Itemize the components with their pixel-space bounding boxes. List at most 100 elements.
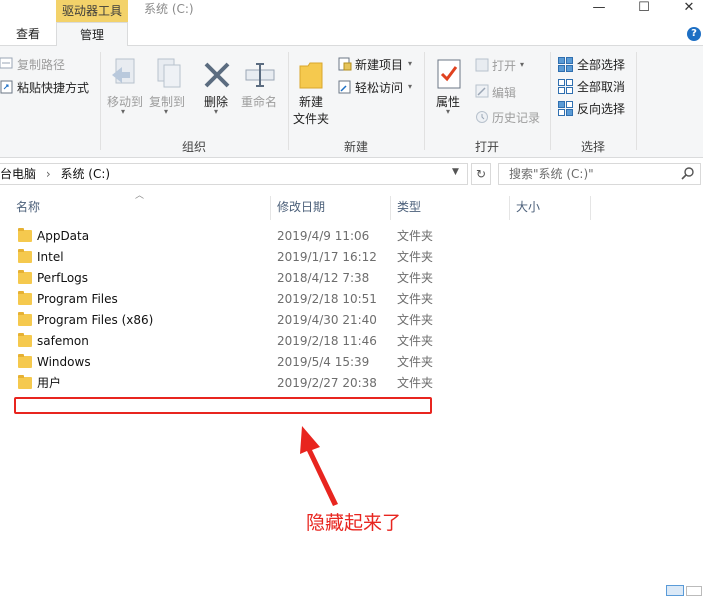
- ribbon-tabs: 查看 管理 ?: [0, 22, 703, 47]
- file-row[interactable]: Windows 2019/5/4 15:39 文件夹: [0, 352, 470, 373]
- file-type: 文件夹: [397, 334, 434, 348]
- file-row[interactable]: 用户 2019/2/27 20:38 文件夹: [0, 373, 470, 394]
- address-history-dropdown-icon[interactable]: ▼: [452, 167, 459, 177]
- history-button[interactable]: 历史记录: [492, 109, 540, 126]
- column-divider[interactable]: [509, 196, 510, 220]
- ribbon-separator: [100, 52, 101, 150]
- edit-button[interactable]: 编辑: [492, 84, 516, 101]
- file-type: 文件夹: [397, 355, 434, 369]
- file-type: 文件夹: [397, 376, 434, 390]
- file-row[interactable]: PerfLogs 2018/4/12 7:38 文件夹: [0, 268, 470, 289]
- folder-icon: [18, 228, 32, 242]
- invert-selection-button[interactable]: 反向选择: [577, 100, 625, 117]
- breadcrumb-current[interactable]: 系统 (C:): [60, 167, 110, 181]
- file-row[interactable]: Program Files 2019/2/18 10:51 文件夹: [0, 289, 470, 310]
- folder-icon: [18, 291, 32, 305]
- file-name: Program Files (x86): [37, 313, 154, 327]
- help-icon[interactable]: ?: [687, 27, 701, 41]
- column-header-modified[interactable]: 修改日期: [277, 196, 387, 220]
- open-button[interactable]: 打开: [492, 57, 516, 74]
- move-to-icon: [108, 57, 142, 91]
- history-icon: [475, 110, 489, 124]
- rename-button[interactable]: 重命名: [238, 93, 280, 110]
- new-item-button[interactable]: 新建项目: [355, 56, 403, 73]
- search-icon[interactable]: [681, 166, 695, 183]
- file-modified: 2019/1/17 16:12: [277, 250, 377, 264]
- invert-selection-icon: [558, 101, 573, 116]
- folder-icon: [18, 375, 32, 389]
- open-icon: [475, 58, 489, 72]
- copy-path-icon: [0, 57, 14, 69]
- file-type: 文件夹: [397, 313, 434, 327]
- properties-dropdown-icon[interactable]: ▾: [446, 107, 450, 116]
- refresh-icon[interactable]: ↻: [471, 163, 491, 185]
- new-folder-label-line1[interactable]: 新建: [290, 93, 332, 110]
- file-type: 文件夹: [397, 271, 434, 285]
- edit-icon: [475, 84, 489, 98]
- title-bar: 驱动器工具 系统 (C:) — ☐ ✕: [0, 0, 703, 22]
- copy-to-dropdown-icon[interactable]: ▾: [164, 107, 168, 116]
- large-icons-view-icon[interactable]: [686, 586, 702, 596]
- breadcrumb-separator-icon[interactable]: ›: [46, 167, 51, 181]
- file-row[interactable]: AppData 2019/4/9 11:06 文件夹: [0, 226, 470, 247]
- column-divider[interactable]: [390, 196, 391, 220]
- group-label-new: 新建: [343, 140, 368, 154]
- new-item-icon: [338, 57, 352, 71]
- select-all-icon: [558, 57, 573, 72]
- file-row[interactable]: safemon 2019/2/18 11:46 文件夹: [0, 331, 470, 352]
- easy-access-button[interactable]: 轻松访问: [355, 79, 403, 96]
- breadcrumb: 台电脑 › 系统 (C:): [0, 164, 110, 184]
- new-item-dropdown-icon[interactable]: ▾: [408, 59, 412, 68]
- highlight-box: [14, 397, 432, 414]
- easy-access-dropdown-icon[interactable]: ▾: [408, 82, 412, 91]
- file-name: Intel: [37, 250, 64, 264]
- column-header-size[interactable]: 大小: [516, 196, 586, 220]
- address-bar[interactable]: 台电脑 › 系统 (C:) ▼: [0, 163, 468, 185]
- paste-shortcut-button[interactable]: 粘贴快捷方式: [17, 79, 89, 96]
- copy-path-button[interactable]: 复制路径: [17, 56, 65, 73]
- folder-icon: [18, 354, 32, 368]
- file-name: AppData: [37, 229, 90, 243]
- file-row[interactable]: Program Files (x86) 2019/4/30 21:40 文件夹: [0, 310, 470, 331]
- file-name: Program Files: [37, 292, 118, 306]
- move-to-dropdown-icon[interactable]: ▾: [121, 107, 125, 116]
- column-divider[interactable]: [270, 196, 271, 220]
- maximize-button[interactable]: ☐: [629, 0, 659, 18]
- annotation-arrow-icon: [300, 426, 338, 506]
- rename-icon: [244, 60, 276, 90]
- column-header-type[interactable]: 类型: [397, 196, 507, 220]
- group-label-organize: 组织: [181, 140, 206, 154]
- open-dropdown-icon[interactable]: ▾: [520, 60, 524, 69]
- group-label-open: 打开: [474, 140, 499, 154]
- properties-icon: [436, 58, 462, 90]
- file-type: 文件夹: [397, 229, 434, 243]
- breadcrumb-this-pc[interactable]: 台电脑: [0, 167, 36, 181]
- search-input[interactable]: 搜索"系统 (C:)": [498, 163, 701, 185]
- paste-shortcut-icon: [0, 80, 14, 94]
- easy-access-icon: [338, 80, 352, 94]
- file-modified: 2019/4/30 21:40: [277, 313, 377, 327]
- details-view-icon[interactable]: [666, 585, 684, 596]
- new-folder-icon: [298, 58, 324, 90]
- tab-manage[interactable]: 管理: [56, 22, 128, 47]
- file-name: safemon: [37, 334, 89, 348]
- search-placeholder: 搜索"系统 (C:)": [509, 167, 594, 181]
- column-divider[interactable]: [590, 196, 591, 220]
- file-type: 文件夹: [397, 292, 434, 306]
- minimize-button[interactable]: —: [584, 0, 614, 18]
- drive-tools-context-tab[interactable]: 驱动器工具: [56, 0, 128, 22]
- file-name: Windows: [37, 355, 91, 369]
- group-label-select: 选择: [580, 140, 605, 154]
- select-none-button[interactable]: 全部取消: [577, 78, 625, 95]
- tab-view[interactable]: 查看: [0, 22, 56, 46]
- column-header-name[interactable]: 名称: [16, 196, 266, 220]
- new-folder-label-line2[interactable]: 文件夹: [290, 110, 332, 127]
- file-row[interactable]: Intel 2019/1/17 16:12 文件夹: [0, 247, 470, 268]
- ribbon-separator: [288, 52, 289, 150]
- folder-icon: [18, 270, 32, 284]
- select-all-button[interactable]: 全部选择: [577, 56, 625, 73]
- annotation-text: 隐藏起来了: [306, 512, 402, 534]
- file-modified: 2019/4/9 11:06: [277, 229, 370, 243]
- close-button[interactable]: ✕: [674, 0, 703, 18]
- delete-dropdown-icon[interactable]: ▾: [214, 107, 218, 116]
